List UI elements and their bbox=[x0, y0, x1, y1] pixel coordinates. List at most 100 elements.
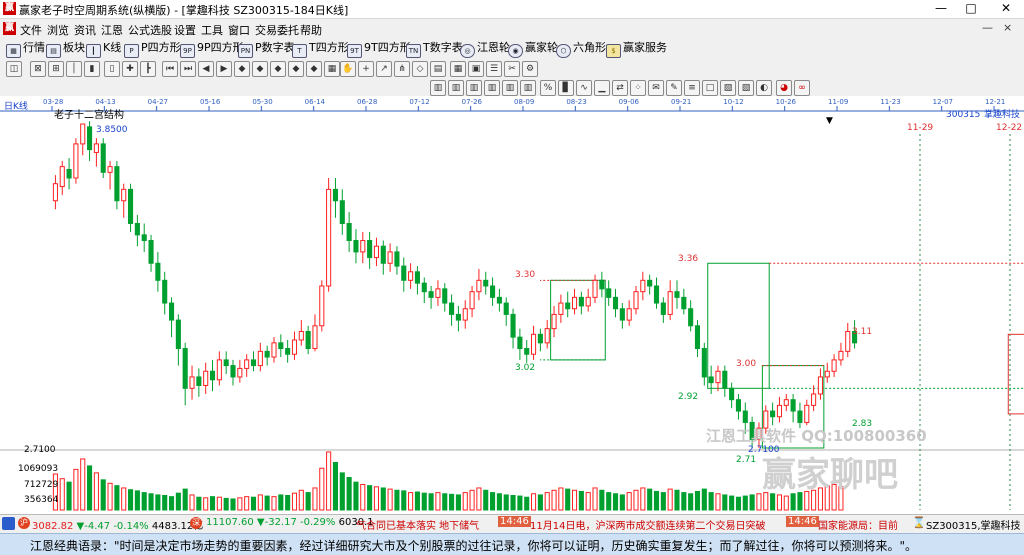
menu-item-news[interactable]: 资讯 bbox=[74, 22, 96, 38]
kline-button[interactable]: ┃ K线 bbox=[86, 40, 121, 58]
menu-item-window[interactable]: 窗口 bbox=[228, 22, 250, 38]
menu-item-tools[interactable]: 工具 bbox=[201, 22, 223, 38]
t-table-button[interactable]: TN T数字表 bbox=[406, 40, 463, 58]
dropdown-arrow-icon[interactable]: ▼ bbox=[826, 116, 833, 126]
next-icon[interactable]: ⏭ bbox=[180, 61, 196, 77]
volume-bar bbox=[653, 490, 660, 511]
date-tick-label: 08-09 bbox=[514, 98, 534, 106]
indicator-3-icon[interactable]: ▥ bbox=[466, 80, 482, 96]
menu-item-browse[interactable]: 浏览 bbox=[47, 22, 69, 38]
indicator-5-icon[interactable]: ▥ bbox=[502, 80, 518, 96]
zoom-icon[interactable]: ✚ bbox=[122, 61, 138, 77]
winner-wheel-button[interactable]: ◉ 赢家轮 bbox=[508, 40, 558, 58]
menu-item-formula-select[interactable]: 公式选股 bbox=[128, 22, 172, 38]
quotes-button[interactable]: ▦ 行情 bbox=[6, 40, 45, 58]
crosshair-icon[interactable]: ⊞ bbox=[48, 61, 64, 77]
diamond-3-icon[interactable]: ◆ bbox=[270, 61, 286, 77]
layout-icon[interactable]: ◫ bbox=[6, 61, 22, 77]
menu-item-file[interactable]: 文件 bbox=[20, 22, 42, 38]
cube-icon[interactable]: ▧ bbox=[720, 80, 736, 96]
diamond-2-icon[interactable]: ◆ bbox=[252, 61, 268, 77]
hand-icon[interactable]: ✋ bbox=[340, 61, 356, 77]
status-grid-icon[interactable] bbox=[2, 517, 15, 530]
diamond-icon[interactable]: ◆ bbox=[234, 61, 250, 77]
gann-wheel-button[interactable]: ◎ 江恩轮 bbox=[460, 40, 510, 58]
menu-item-gann[interactable]: 江恩 bbox=[101, 22, 123, 38]
dots-icon[interactable]: ⁘ bbox=[630, 80, 646, 96]
menu-item-settings[interactable]: 设置 bbox=[174, 22, 196, 38]
shenzhen-index-icon[interactable]: 深 bbox=[190, 517, 202, 529]
vertical-line-icon[interactable]: │ bbox=[66, 61, 82, 77]
news-ticker-2[interactable]: 11月14日电，沪深两市成交额连续第二个交易日突破 bbox=[530, 517, 765, 532]
wave-icon[interactable]: ∿ bbox=[576, 80, 592, 96]
box-icon[interactable]: □ bbox=[702, 80, 718, 96]
indicator-4-icon[interactable]: ▥ bbox=[484, 80, 500, 96]
9p-square-button[interactable]: 9P 9P四方形 bbox=[180, 40, 244, 58]
indicator-2-icon[interactable]: ▥ bbox=[448, 80, 464, 96]
first-icon[interactable]: ⏮ bbox=[162, 61, 178, 77]
volume-icon[interactable]: ▁ bbox=[594, 80, 610, 96]
bar-chart-icon[interactable]: ▊ bbox=[558, 80, 574, 96]
date-tick-label: 04-27 bbox=[148, 98, 168, 106]
indicator-1-icon[interactable]: ▥ bbox=[430, 80, 446, 96]
circle-icon[interactable]: ◐ bbox=[756, 80, 772, 96]
envelope-icon[interactable]: ✉ bbox=[648, 80, 664, 96]
shape-icon[interactable]: ◇ bbox=[412, 61, 428, 77]
infinity-icon[interactable]: ∞ bbox=[794, 80, 810, 96]
candle-body bbox=[305, 330, 311, 350]
current-stock[interactable]: SZ300315,掌趣科技 bbox=[926, 517, 1021, 532]
table-icon[interactable]: ▤ bbox=[430, 61, 446, 77]
compare-icon[interactable]: ⇄ bbox=[612, 80, 628, 96]
sectors-label: 板块 bbox=[63, 41, 85, 54]
arrow-icon[interactable]: ↗ bbox=[376, 61, 392, 77]
p-square-label: P四方形 bbox=[141, 41, 181, 54]
service-button[interactable]: $ 赢家服务 bbox=[606, 40, 667, 58]
notes-icon[interactable]: ✎ bbox=[666, 80, 682, 96]
shanghai-index-icon[interactable]: 沪 bbox=[18, 517, 30, 529]
mdi-close-button[interactable]: × bbox=[1003, 21, 1012, 34]
indicator-6-icon[interactable]: ▥ bbox=[520, 80, 536, 96]
diamond-4-icon[interactable]: ◆ bbox=[288, 61, 304, 77]
sectors-button[interactable]: ▤ 板块 bbox=[46, 40, 85, 58]
hexagon-button[interactable]: ⬡ 六角形 bbox=[556, 40, 606, 58]
candle-body bbox=[271, 342, 277, 358]
kline-chart[interactable]: 03-28 04-13 04-27 05-16 05-30 06-14 06-28 07-12… bbox=[0, 96, 1024, 514]
percent-icon[interactable]: % bbox=[540, 80, 556, 96]
kline-chart-canvas[interactable]: 03-28 04-13 04-27 05-16 05-30 06-14 06-28 07-12… bbox=[0, 96, 1024, 514]
9t-square-button[interactable]: 9T 9T四方形 bbox=[347, 40, 411, 58]
lines-icon[interactable]: ≡ bbox=[684, 80, 700, 96]
back-icon[interactable]: ◀ bbox=[198, 61, 214, 77]
plus-icon[interactable]: + bbox=[358, 61, 374, 77]
hollow-candle-icon[interactable]: ▯ bbox=[104, 61, 120, 77]
mdi-minimize-button[interactable]: — bbox=[982, 21, 993, 34]
minimize-button[interactable]: — bbox=[926, 0, 956, 17]
calendar-icon[interactable]: ▦ bbox=[450, 61, 466, 77]
pie-icon[interactable]: ◕ bbox=[776, 80, 792, 96]
volume-bar bbox=[373, 486, 379, 511]
grid-small-icon[interactable]: ▦ bbox=[324, 61, 340, 77]
forward-icon[interactable]: ▶ bbox=[216, 61, 232, 77]
p-table-button[interactable]: PN P数字表 bbox=[238, 40, 295, 58]
cut-icon[interactable]: ✂ bbox=[504, 61, 520, 77]
cube-2-icon[interactable]: ▧ bbox=[738, 80, 754, 96]
maximize-button[interactable]: □ bbox=[956, 0, 986, 17]
t-square-button[interactable]: T T四方形 bbox=[292, 40, 349, 58]
save-icon[interactable]: ▣ bbox=[468, 61, 484, 77]
volume-bar bbox=[107, 482, 113, 511]
menu-item-trade[interactable]: 交易委托 bbox=[255, 22, 299, 38]
index1-value[interactable]: 3082.82 ▼-4.47 -0.14% 4483.12亿 bbox=[32, 517, 203, 532]
tool-icon[interactable]: ⚙ bbox=[522, 61, 538, 77]
news-ticker-1[interactable]: 气合同已基本落实 地下储气 bbox=[356, 517, 479, 532]
bar-icon[interactable]: ┣ bbox=[140, 61, 156, 77]
news-ticker-3[interactable]: 国家能源局：目前 bbox=[818, 517, 898, 532]
list-icon[interactable]: ☰ bbox=[486, 61, 502, 77]
menu-item-help[interactable]: 帮助 bbox=[300, 22, 322, 38]
diamond-5-icon[interactable]: ◆ bbox=[306, 61, 322, 77]
index2-value[interactable]: 11107.60 ▼-32.17 -0.29% 6030.1 bbox=[206, 517, 374, 528]
close-button[interactable]: ✕ bbox=[988, 0, 1024, 17]
chart-type-icon[interactable]: ⊠ bbox=[30, 61, 46, 77]
volume-bar bbox=[401, 490, 407, 511]
p-square-button[interactable]: P P四方形 bbox=[124, 40, 181, 58]
fan-icon[interactable]: ⋔ bbox=[394, 61, 410, 77]
candle-icon[interactable]: ▮ bbox=[84, 61, 100, 77]
